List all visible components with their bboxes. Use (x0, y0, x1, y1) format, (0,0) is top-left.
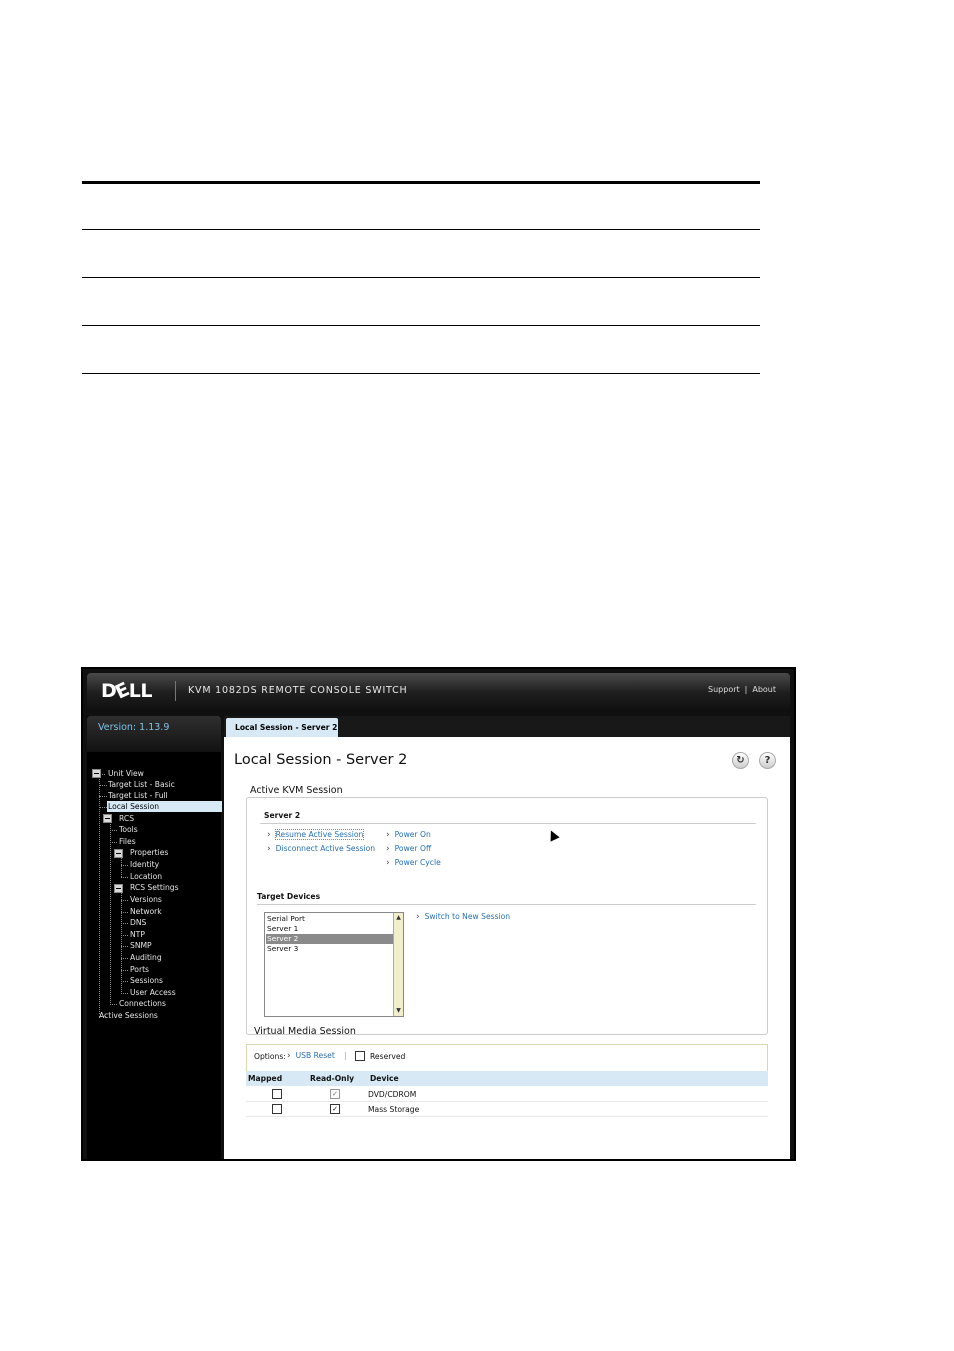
target-item-server-1[interactable]: Server 1 (266, 924, 393, 934)
target-item-server-2[interactable]: Server 2 (266, 934, 393, 944)
target-item-server-3[interactable]: Server 3 (266, 944, 393, 954)
table-row: ✓ Mass Storage (246, 1102, 768, 1117)
sidebar: Version: 1.13.9 Unit View Target List - … (87, 716, 222, 1159)
document-rule (82, 229, 760, 230)
device-name: Mass Storage (368, 1105, 420, 1114)
list-scrollbar[interactable]: ▲ ▼ (393, 913, 403, 1016)
dell-logo: DELL (101, 678, 152, 704)
nav-snmp[interactable]: SNMP (130, 940, 152, 951)
collapse-icon[interactable] (92, 769, 101, 778)
device-name: DVD/CDROM (368, 1090, 417, 1099)
column-device: Device (370, 1074, 399, 1083)
nav-identity[interactable]: Identity (130, 859, 159, 870)
nav-dns[interactable]: DNS (130, 917, 146, 928)
read-only-checkbox[interactable]: ✓ (330, 1104, 340, 1114)
scroll-up-icon[interactable]: ▲ (395, 914, 402, 921)
nav-versions[interactable]: Versions (130, 894, 162, 905)
power-off-link[interactable]: Power Off (386, 844, 432, 854)
power-cycle-link[interactable]: Power Cycle (386, 858, 441, 868)
vm-table-header: Mapped Read-Only Device (246, 1071, 768, 1086)
nav-active-sessions[interactable]: Active Sessions (99, 1010, 158, 1021)
target-item-serial-port[interactable]: Serial Port (266, 914, 393, 924)
app-title: KVM 1082DS REMOTE CONSOLE SWITCH (188, 685, 408, 696)
collapse-icon[interactable] (114, 884, 123, 893)
mouse-cursor-icon (546, 828, 560, 842)
options-separator: | (344, 1051, 347, 1060)
nav-tools[interactable]: Tools (119, 824, 138, 835)
document-rule (82, 325, 760, 326)
switch-session-link[interactable]: Switch to New Session (416, 912, 511, 922)
nav-ntp[interactable]: NTP (130, 929, 145, 940)
mapped-checkbox[interactable] (272, 1104, 282, 1114)
header-divider (175, 681, 176, 701)
nav-network[interactable]: Network (130, 906, 162, 917)
table-row: ✓ DVD/CDROM (246, 1087, 768, 1102)
usb-reset-link[interactable]: USB Reset (287, 1051, 335, 1061)
column-mapped: Mapped (248, 1074, 283, 1083)
nav-connections[interactable]: Connections (119, 998, 166, 1009)
scroll-down-icon[interactable]: ▼ (395, 1007, 402, 1014)
reserved-label: Reserved (370, 1052, 406, 1061)
nav-tree: Unit View Target List - Basic Target Lis… (87, 716, 222, 1159)
target-devices-list[interactable]: Serial Port Server 1 Server 2 Server 3 ▲… (264, 912, 404, 1017)
header-link-separator: | (744, 685, 748, 694)
header-links: Support | About (708, 685, 776, 694)
nav-rcs-settings[interactable]: RCS Settings (130, 882, 179, 893)
document-rule (82, 277, 760, 278)
collapse-icon[interactable] (114, 849, 123, 858)
nav-auditing[interactable]: Auditing (130, 952, 162, 963)
nav-user-access[interactable]: User Access (130, 987, 176, 998)
active-kvm-heading: Active KVM Session (250, 785, 343, 796)
nav-local-session[interactable]: Local Session (107, 801, 222, 812)
nav-target-list-basic[interactable]: Target List - Basic (108, 779, 175, 790)
nav-location[interactable]: Location (130, 871, 162, 882)
collapse-icon[interactable] (103, 814, 112, 823)
document-rule (82, 373, 760, 374)
nav-sessions[interactable]: Sessions (130, 975, 163, 986)
kvm-screenshot: DELL KVM 1082DS REMOTE CONSOLE SWITCH Su… (81, 667, 796, 1161)
column-read-only: Read-Only (310, 1074, 355, 1083)
help-icon[interactable]: ? (759, 752, 776, 769)
divider (260, 823, 756, 824)
kvm-session-panel: Server 2 Resume Active Session Disconnec… (246, 797, 768, 1035)
support-link[interactable]: Support (708, 685, 740, 694)
target-devices-heading: Target Devices (257, 892, 321, 901)
app-header: DELL KVM 1082DS REMOTE CONSOLE SWITCH Su… (87, 673, 790, 709)
reserved-checkbox[interactable] (355, 1051, 365, 1061)
options-label: Options: (254, 1052, 286, 1061)
page-title: Local Session - Server 2 (234, 752, 408, 768)
power-on-link[interactable]: Power On (386, 830, 431, 840)
virtual-media-heading: Virtual Media Session (254, 1026, 356, 1037)
server-label: Server 2 (264, 811, 301, 820)
main-panel: Local Session - Server 2 Local Session -… (224, 716, 790, 1159)
divider (257, 904, 756, 905)
disconnect-session-link[interactable]: Disconnect Active Session (267, 844, 375, 854)
nav-files[interactable]: Files (119, 836, 136, 847)
nav-unit-view[interactable]: Unit View (108, 768, 144, 779)
nav-properties[interactable]: Properties (130, 847, 168, 858)
nav-target-list-full[interactable]: Target List - Full (108, 790, 168, 801)
document-rule-top (82, 181, 760, 184)
nav-ports[interactable]: Ports (130, 964, 149, 975)
refresh-icon[interactable]: ↻ (732, 752, 749, 769)
tab-bar: Local Session - Server 2 (224, 716, 790, 737)
read-only-checkbox[interactable]: ✓ (330, 1089, 340, 1099)
resume-session-link[interactable]: Resume Active Session (267, 829, 365, 840)
about-link[interactable]: About (752, 685, 776, 694)
mapped-checkbox[interactable] (272, 1089, 282, 1099)
tab-local-session[interactable]: Local Session - Server 2 (226, 718, 338, 737)
vm-options-bar: Options: USB Reset | Reserved (246, 1044, 768, 1072)
nav-rcs[interactable]: RCS (119, 813, 134, 824)
